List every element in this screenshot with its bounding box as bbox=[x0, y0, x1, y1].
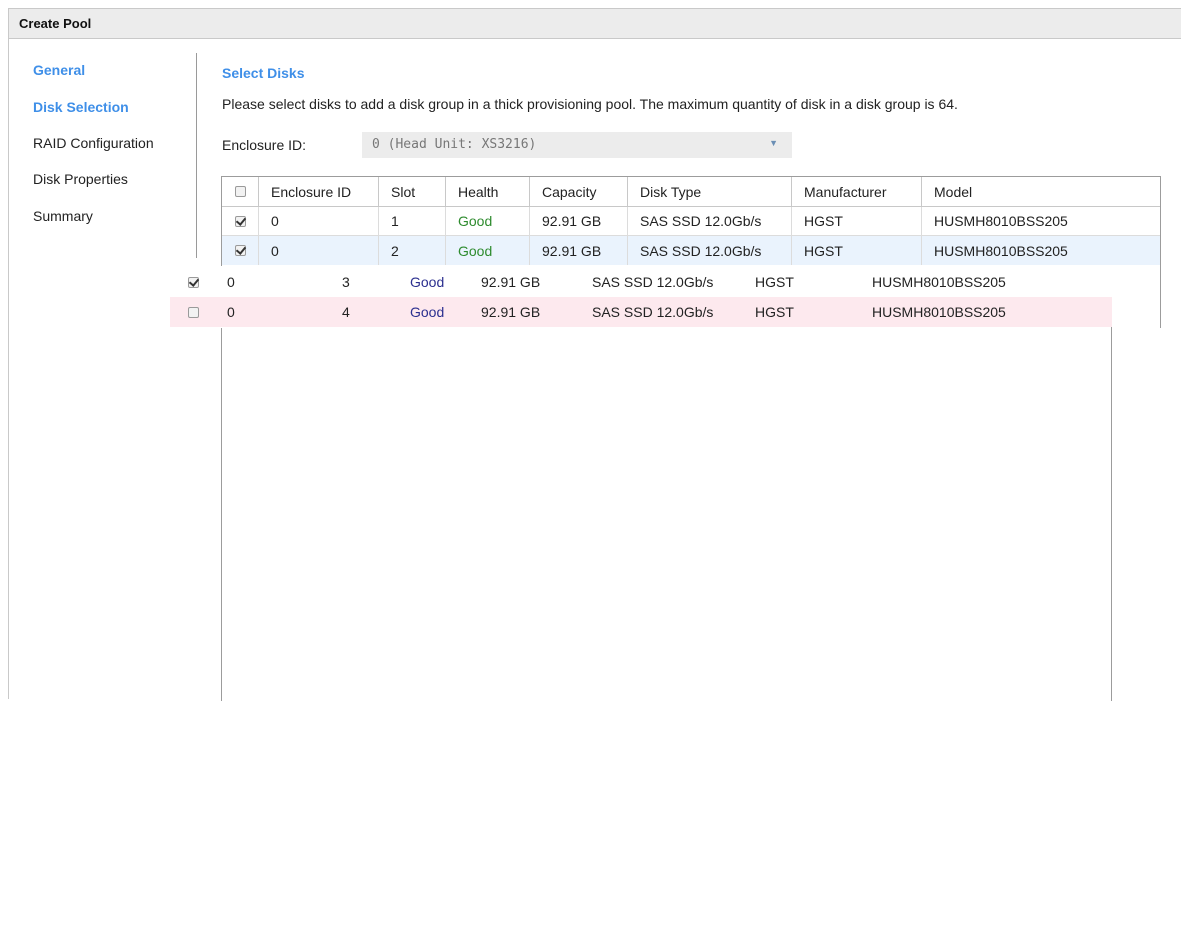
cell-disk-type: SAS SSD 12.0Gb/s bbox=[592, 304, 714, 320]
disk-table: Enclosure ID Slot Health Capacity Disk T… bbox=[221, 176, 1161, 701]
col-slot[interactable]: Slot bbox=[379, 177, 446, 206]
nav-item-disk-selection[interactable]: Disk Selection bbox=[33, 99, 129, 115]
row-checkbox[interactable] bbox=[187, 306, 199, 318]
cell-slot: 3 bbox=[342, 274, 350, 290]
cell-enclosure-id: 0 bbox=[259, 236, 379, 265]
enclosure-select-value: 0 (Head Unit: XS3216) bbox=[372, 137, 537, 152]
row-checkbox-cell bbox=[185, 297, 201, 327]
cell-health: Good bbox=[446, 207, 530, 235]
cell-health: Good bbox=[410, 274, 445, 290]
cell-slot: 1 bbox=[379, 207, 446, 235]
row-checkbox-cell bbox=[222, 207, 259, 235]
table-right-border-mask bbox=[1160, 328, 1161, 701]
cell-manufacturer: HGST bbox=[792, 236, 922, 265]
cell-disk-type: SAS SSD 12.0Gb/s bbox=[628, 236, 792, 265]
row-checkbox-cell bbox=[222, 236, 259, 265]
table-row[interactable]: 0 2 Good 92.91 GB SAS SSD 12.0Gb/s HGST … bbox=[222, 236, 1160, 265]
cell-model: HUSMH8010BSS205 bbox=[872, 304, 1006, 320]
table-header-row: Enclosure ID Slot Health Capacity Disk T… bbox=[222, 177, 1160, 207]
cell-model: HUSMH8010BSS205 bbox=[934, 242, 1068, 259]
cell-capacity: 92.91 GB bbox=[481, 274, 541, 290]
enclosure-select[interactable]: 0 (Head Unit: XS3216) ▼ bbox=[362, 132, 792, 158]
col-capacity[interactable]: Capacity bbox=[530, 177, 628, 206]
chevron-down-icon: ▼ bbox=[769, 138, 778, 148]
cell-slot: 2 bbox=[379, 236, 446, 265]
cell-health: Good bbox=[410, 304, 445, 320]
dialog-left-border bbox=[8, 39, 9, 699]
dialog-title-bar: Create Pool bbox=[8, 8, 1181, 39]
nav-item-general[interactable]: General bbox=[33, 62, 85, 78]
cell-capacity: 92.91 GB bbox=[481, 304, 541, 320]
dialog-title: Create Pool bbox=[19, 16, 92, 31]
nav-item-raid-configuration[interactable]: RAID Configuration bbox=[33, 135, 154, 151]
cell-model: HUSMH8010BSS205 bbox=[934, 213, 1068, 229]
nav-divider bbox=[196, 53, 197, 258]
cell-manufacturer: HGST bbox=[755, 274, 794, 290]
cell-enclosure-id: 0 bbox=[259, 207, 379, 235]
row-checkbox[interactable] bbox=[234, 245, 246, 256]
row-checkbox-cell bbox=[185, 267, 201, 297]
cell-disk-type: SAS SSD 12.0Gb/s bbox=[628, 207, 792, 235]
cell-capacity: 92.91 GB bbox=[530, 236, 628, 265]
cell-enclosure-id: 0 bbox=[227, 274, 235, 290]
table-right-border bbox=[1111, 320, 1112, 701]
cell-slot: 4 bbox=[342, 304, 350, 320]
col-health[interactable]: Health bbox=[446, 177, 530, 206]
section-description: Please select disks to add a disk group … bbox=[222, 96, 958, 112]
cell-model: HUSMH8010BSS205 bbox=[872, 274, 1006, 290]
col-enclosure-id[interactable]: Enclosure ID bbox=[259, 177, 379, 206]
cell-manufacturer: HGST bbox=[792, 207, 922, 235]
table-row[interactable]: 0 1 Good 92.91 GB SAS SSD 12.0Gb/s HGST … bbox=[222, 207, 1160, 236]
col-model[interactable]: Model bbox=[922, 177, 1160, 206]
table-row[interactable]: 0 4 Good 92.91 GB SAS SSD 12.0Gb/s HGST … bbox=[170, 297, 1112, 327]
nav-item-disk-properties[interactable]: Disk Properties bbox=[33, 171, 128, 187]
enclosure-label: Enclosure ID: bbox=[222, 137, 307, 153]
cell-capacity: 92.91 GB bbox=[530, 207, 628, 235]
col-manufacturer[interactable]: Manufacturer bbox=[792, 177, 922, 206]
select-all-checkbox[interactable] bbox=[234, 186, 246, 197]
cell-disk-type: SAS SSD 12.0Gb/s bbox=[592, 274, 714, 290]
col-disk-type[interactable]: Disk Type bbox=[628, 177, 792, 206]
cell-health: Good bbox=[446, 236, 530, 265]
table-row[interactable]: 0 3 Good 92.91 GB SAS SSD 12.0Gb/s HGST … bbox=[170, 267, 1112, 297]
row-checkbox[interactable] bbox=[234, 215, 246, 227]
nav-item-summary[interactable]: Summary bbox=[33, 208, 93, 224]
cell-manufacturer: HGST bbox=[755, 304, 794, 320]
row-checkbox[interactable] bbox=[187, 276, 199, 288]
cell-enclosure-id: 0 bbox=[227, 304, 235, 320]
select-all-cell bbox=[222, 177, 259, 206]
section-title: Select Disks bbox=[222, 65, 305, 81]
